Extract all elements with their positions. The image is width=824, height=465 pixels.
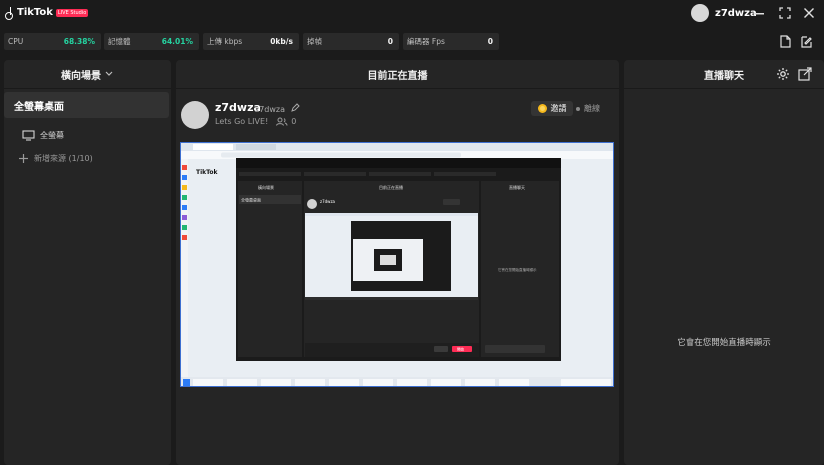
status-label: 離線 — [584, 104, 600, 113]
stat-value: 68.38% — [63, 37, 95, 46]
user-avatar[interactable] — [691, 4, 709, 22]
user-menu[interactable]: z7dwza — [691, 4, 757, 22]
coin-icon — [537, 104, 547, 113]
viewer-count: 0 — [291, 117, 297, 126]
preview-chat-placeholder: 它會在您開始直播時顯示 — [498, 267, 537, 272]
preview-go-live: 開始 — [457, 347, 465, 352]
scenes-panel: 橫向場景 — [4, 60, 171, 465]
pencil-icon[interactable] — [290, 103, 300, 112]
tiktok-note-icon — [5, 7, 14, 20]
preview-live-title: 目前正在直播 — [379, 184, 403, 190]
live-studio-badge: LIVE Studio — [55, 8, 89, 17]
streamer-handle-row: z7dwza — [255, 103, 300, 114]
stat-encoder-fps: 編碼器 Fps 0 — [403, 33, 499, 50]
live-title: 目前正在直播 — [367, 70, 428, 82]
chat-panel: 直播聊天 它會在您開始直播時顯示 — [624, 60, 824, 465]
stat-value: 0 — [487, 37, 493, 46]
plus-icon — [19, 154, 28, 163]
scenes-header[interactable]: 橫向場景 — [4, 60, 171, 88]
invite-label: 邀請 — [550, 104, 567, 113]
connection-status: 離線 — [576, 103, 600, 114]
scenes-divider — [4, 88, 171, 89]
stream-preview: TikTok 全螢幕桌面 橫向場景 目前正在直播 直播聊天 它會在您開始直播時顯… — [180, 142, 614, 387]
scene-item-fullscreen-desktop[interactable]: 全螢幕桌面 — [4, 92, 169, 118]
app-logo: TikTok LIVE Studio — [5, 7, 89, 20]
stream-title-row: Lets Go LIVE! 0 — [215, 117, 296, 126]
preview-chat-title: 直播聊天 — [509, 184, 525, 190]
stat-label: 記憶體 — [108, 37, 131, 46]
stat-label: CPU — [8, 37, 24, 46]
stat-value: 0 — [387, 37, 393, 46]
invite-button[interactable]: 邀請 — [531, 101, 573, 116]
stat-memory: 記憶體 64.01% — [104, 33, 199, 50]
gear-icon[interactable] — [776, 67, 790, 81]
streamer-handle: z7dwza — [255, 105, 286, 114]
add-source-button[interactable]: 新增來源 (1/10) — [18, 153, 93, 164]
viewers-icon — [276, 117, 288, 126]
live-header: 目前正在直播 — [176, 60, 619, 88]
stat-label: 編碼器 Fps — [407, 37, 445, 46]
chat-divider — [624, 88, 824, 89]
chevron-down-icon — [105, 71, 113, 76]
stat-upload: 上傳 kbps 0kb/s — [203, 33, 299, 50]
scenes-title: 橫向場景 — [61, 70, 101, 82]
add-source-label: 新增來源 (1/10) — [34, 154, 93, 163]
source-item-label: 全螢幕 — [40, 131, 64, 140]
stream-title: Lets Go LIVE! — [215, 117, 269, 126]
edit-note-icon[interactable] — [800, 35, 812, 48]
preview-logo: TikTok — [196, 169, 219, 176]
preview-capture: TikTok 全螢幕桌面 橫向場景 目前正在直播 直播聊天 它會在您開始直播時顯… — [181, 143, 613, 386]
minimize-button[interactable] — [751, 5, 767, 21]
stat-value: 64.01% — [161, 37, 193, 46]
title-bar: TikTok LIVE Studio z7dwza — [0, 0, 824, 28]
close-button[interactable] — [801, 5, 817, 21]
monitor-icon — [22, 130, 35, 141]
status-dot — [576, 106, 580, 111]
logo-text: TikTok — [17, 7, 53, 18]
fullscreen-button[interactable] — [777, 5, 793, 21]
source-item-fullscreen[interactable]: 全螢幕 — [22, 130, 64, 141]
preview-streamer-name: z7dwza — [320, 199, 336, 204]
fullscreen-icon — [779, 7, 791, 19]
chat-title: 直播聊天 — [704, 70, 744, 82]
preview-scene-name: 全螢幕桌面 — [241, 197, 261, 203]
close-icon — [804, 8, 814, 18]
popout-icon[interactable] — [798, 67, 812, 81]
chat-placeholder: 它會在您開始直播時顯示 — [677, 338, 771, 348]
scene-item-label: 全螢幕桌面 — [14, 101, 64, 113]
live-divider — [176, 88, 619, 89]
streamer-avatar — [181, 101, 209, 129]
stat-label: 掉幀 — [307, 37, 322, 46]
stat-cpu: CPU 68.38% — [4, 33, 101, 50]
stat-dropped-frames: 掉幀 0 — [303, 33, 399, 50]
preview-scene-title: 橫向場景 — [258, 184, 274, 190]
minimize-icon — [754, 13, 764, 15]
chat-header: 直播聊天 — [624, 60, 824, 88]
file-icon[interactable] — [779, 35, 791, 48]
stat-value: 0kb/s — [270, 37, 293, 46]
stat-label: 上傳 kbps — [207, 37, 243, 46]
